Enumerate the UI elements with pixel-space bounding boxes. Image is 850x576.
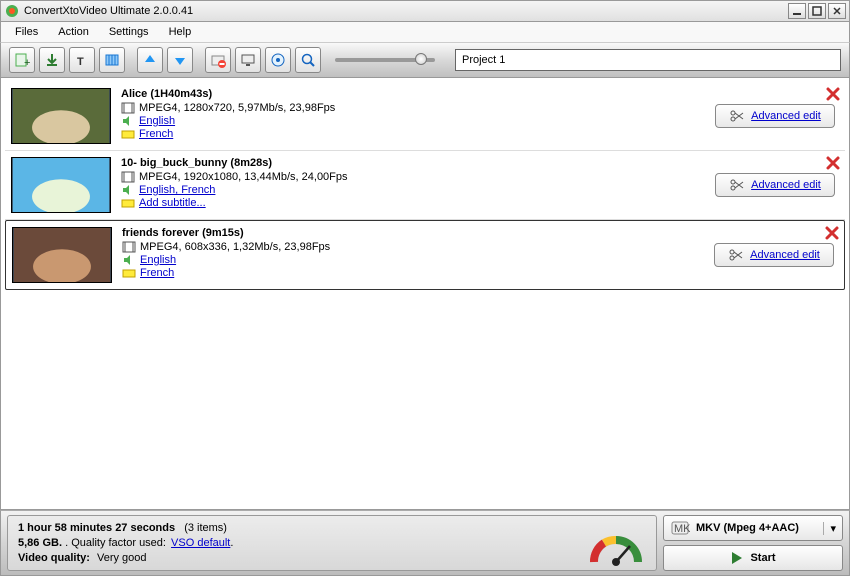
preview-button[interactable]: [295, 47, 321, 73]
advanced-edit-button[interactable]: Advanced edit: [715, 173, 835, 197]
remove-button[interactable]: [205, 47, 231, 73]
video-quality-value: Very good: [97, 552, 147, 564]
format-icon: MKV: [670, 518, 690, 538]
delete-button[interactable]: [824, 225, 840, 244]
item-info: 10- big_buck_bunny (8m28s) MPEG4, 1920x1…: [121, 157, 715, 213]
list-item[interactable]: 10- big_buck_bunny (8m28s) MPEG4, 1920x1…: [5, 151, 845, 220]
quality-factor-label: . Quality factor used:: [65, 537, 166, 549]
footer-right: MKV MKV (Mpeg 4+AAC) ▾ Start: [663, 515, 843, 571]
advanced-edit-label: Advanced edit: [750, 249, 820, 261]
move-up-button[interactable]: [137, 47, 163, 73]
item-info: Alice (1H40m43s) MPEG4, 1280x720, 5,97Mb…: [121, 88, 715, 144]
output-format-selector[interactable]: MKV MKV (Mpeg 4+AAC) ▾: [663, 515, 843, 541]
subtitle-link[interactable]: French: [140, 267, 174, 279]
audio-link[interactable]: English: [139, 115, 175, 127]
footer-quality-line: Video quality: Very good: [18, 552, 646, 564]
audio-link[interactable]: English, French: [139, 184, 215, 196]
quality-factor-link[interactable]: VSO default: [171, 537, 230, 549]
output-format-label: MKV (Mpeg 4+AAC): [696, 522, 799, 534]
titlebar: ConvertXtoVideo Ultimate 2.0.0.41: [0, 0, 850, 22]
film-icon: [121, 102, 135, 114]
video-quality-label: Video quality:: [18, 552, 90, 564]
footer-info: 1 hour 58 minutes 27 seconds (3 items) 5…: [7, 515, 657, 571]
move-down-button[interactable]: [167, 47, 193, 73]
item-info: friends forever (9m15s) MPEG4, 608x336, …: [122, 227, 714, 283]
app-icon: [4, 3, 20, 19]
menu-settings[interactable]: Settings: [99, 24, 159, 40]
audio-icon: [122, 254, 136, 266]
download-button[interactable]: [39, 47, 65, 73]
advanced-edit-button[interactable]: Advanced edit: [715, 104, 835, 128]
item-spec: MPEG4, 1920x1080, 13,44Mb/s, 24,00Fps: [139, 171, 348, 183]
total-size: 5,86 GB.: [18, 537, 62, 549]
window-title: ConvertXtoVideo Ultimate 2.0.0.41: [24, 5, 786, 17]
menu-action[interactable]: Action: [48, 24, 99, 40]
play-icon: [730, 551, 744, 565]
total-duration: 1 hour 58 minutes 27 seconds: [18, 522, 175, 534]
project-name-input[interactable]: [455, 49, 841, 71]
chapters-button[interactable]: [99, 47, 125, 73]
item-spec: MPEG4, 608x336, 1,32Mb/s, 23,98Fps: [140, 241, 330, 253]
item-spec: MPEG4, 1280x720, 5,97Mb/s, 23,98Fps: [139, 102, 335, 114]
advanced-edit-button[interactable]: Advanced edit: [714, 243, 834, 267]
list-item[interactable]: friends forever (9m15s) MPEG4, 608x336, …: [5, 220, 845, 290]
monitor-button[interactable]: [235, 47, 261, 73]
zoom-slider[interactable]: [335, 58, 435, 62]
svg-text:T: T: [77, 56, 84, 68]
audio-icon: [121, 115, 135, 127]
format-dropdown-icon[interactable]: ▾: [823, 522, 836, 535]
film-icon: [121, 171, 135, 183]
film-icon: [122, 241, 136, 253]
audio-link[interactable]: English: [140, 254, 176, 266]
subtitle-icon: [122, 267, 136, 279]
slider-thumb[interactable]: [415, 53, 427, 65]
thumbnail: [11, 88, 111, 144]
item-title: Alice (1H40m43s): [121, 88, 715, 100]
subtitle-link[interactable]: French: [139, 128, 173, 140]
burn-button[interactable]: [265, 47, 291, 73]
svg-text:MKV: MKV: [674, 523, 690, 535]
item-list: Alice (1H40m43s) MPEG4, 1280x720, 5,97Mb…: [0, 78, 850, 510]
add-file-button[interactable]: +: [9, 47, 35, 73]
footer-size-line: 5,86 GB. . Quality factor used: VSO defa…: [18, 537, 646, 549]
menu-help[interactable]: Help: [159, 24, 202, 40]
items-count: (3 items): [184, 522, 227, 534]
thumbnail: [11, 157, 111, 213]
text-button[interactable]: T: [69, 47, 95, 73]
minimize-button[interactable]: [788, 3, 806, 19]
quality-gauge-icon: [586, 520, 646, 570]
scissors-icon: [728, 248, 744, 262]
toolbar: + T: [0, 42, 850, 78]
menu-files[interactable]: Files: [5, 24, 48, 40]
subtitle-link[interactable]: Add subtitle...: [139, 197, 206, 209]
svg-text:+: +: [24, 57, 30, 68]
scissors-icon: [729, 109, 745, 123]
start-button-label: Start: [750, 552, 775, 564]
item-title: friends forever (9m15s): [122, 227, 714, 239]
close-button[interactable]: [828, 3, 846, 19]
list-item[interactable]: Alice (1H40m43s) MPEG4, 1280x720, 5,97Mb…: [5, 82, 845, 151]
footer-duration-line: 1 hour 58 minutes 27 seconds (3 items): [18, 522, 646, 534]
item-title: 10- big_buck_bunny (8m28s): [121, 157, 715, 169]
subtitle-icon: [121, 128, 135, 140]
delete-button[interactable]: [825, 155, 841, 174]
advanced-edit-label: Advanced edit: [751, 110, 821, 122]
start-button[interactable]: Start: [663, 545, 843, 571]
menubar: Files Action Settings Help: [0, 22, 850, 42]
footer: 1 hour 58 minutes 27 seconds (3 items) 5…: [0, 510, 850, 576]
thumbnail: [12, 227, 112, 283]
subtitle-icon: [121, 197, 135, 209]
advanced-edit-label: Advanced edit: [751, 179, 821, 191]
maximize-button[interactable]: [808, 3, 826, 19]
delete-button[interactable]: [825, 86, 841, 105]
scissors-icon: [729, 178, 745, 192]
audio-icon: [121, 184, 135, 196]
